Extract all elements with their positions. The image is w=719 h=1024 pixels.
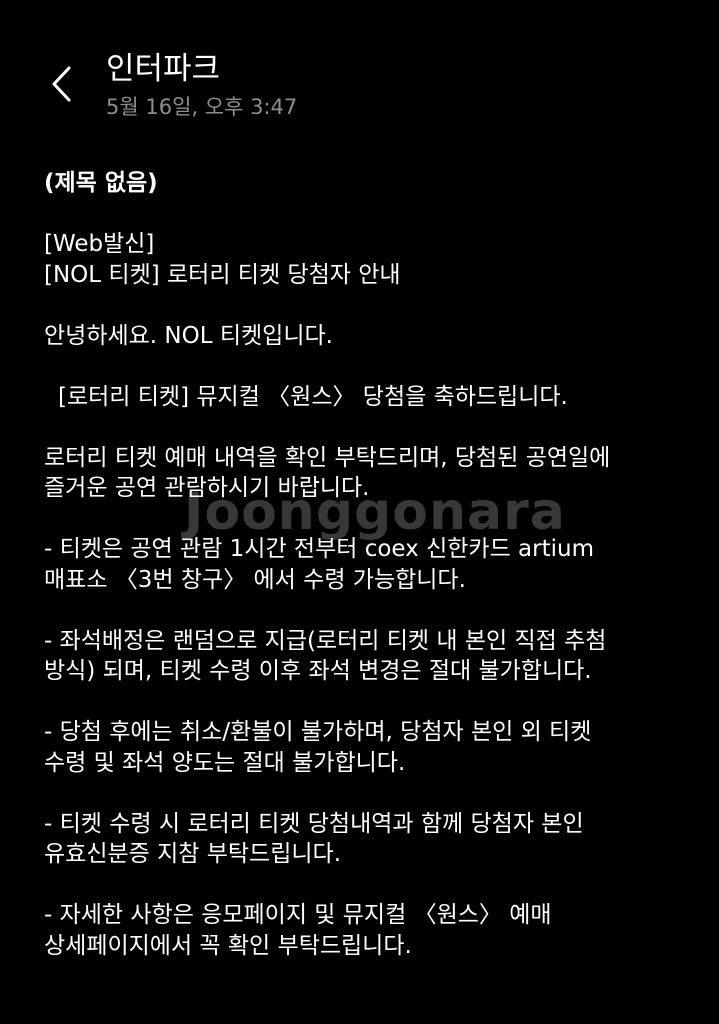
message-line: 매표소 〈3번 창구〉 에서 수령 가능합니다. <box>44 566 466 593</box>
chevron-left-icon <box>52 66 71 102</box>
message-line: - 티켓은 공연 관람 1시간 전부터 coex 신한카드 artium <box>44 536 594 562</box>
message-line: 즐거운 공연 관람하시기 바랍니다. <box>44 475 370 501</box>
message-line: 유효신분증 지참 부탁드립니다. <box>44 841 342 867</box>
message-line: 방식) 되며, 티켓 수령 이후 좌석 변경은 절대 불가합니다. <box>44 658 592 684</box>
message-line: [NOL 티켓] 로터리 티켓 당첨자 안내 <box>44 261 401 288</box>
message-header: 인터파크 5월 16일, 오후 3:47 <box>0 0 719 140</box>
message-line: [로터리 티켓] 뮤지컬 〈원스〉 당첨을 축하드립니다. <box>58 383 568 410</box>
message-line: - 좌석배정은 랜덤으로 지급(로터리 티켓 내 본인 직접 추첨 <box>44 627 607 654</box>
message-body: (제목 없음) [Web발신] [NOL 티켓] 로터리 티켓 당첨자 안내 안… <box>44 168 704 961</box>
message-line: - 당첨 후에는 취소/환불이 불가하며, 당첨자 본인 외 티켓 <box>44 719 592 745</box>
message-timestamp: 5월 16일, 오후 3:47 <box>106 95 298 119</box>
back-button[interactable] <box>36 58 88 110</box>
message-subject: (제목 없음) <box>44 170 158 196</box>
sender-name: 인터파크 <box>106 51 221 87</box>
message-line: 안녕하세요. NOL 티켓입니다. <box>44 322 333 349</box>
message-line: 수령 및 좌석 양도는 절대 불가합니다. <box>44 749 406 776</box>
message-line: - 티켓 수령 시 로터리 티켓 당첨내역과 함께 당첨자 본인 <box>44 810 584 837</box>
message-line: - 자세한 사항은 응모페이지 및 뮤지컬 〈원스〉 예매 <box>44 902 552 928</box>
message-line: 로터리 티켓 예매 내역을 확인 부탁드리며, 당첨된 공연일에 <box>44 444 611 471</box>
message-line: [Web발신] <box>44 231 155 257</box>
message-line: 상세페이지에서 꼭 확인 부탁드립니다. <box>44 932 412 959</box>
